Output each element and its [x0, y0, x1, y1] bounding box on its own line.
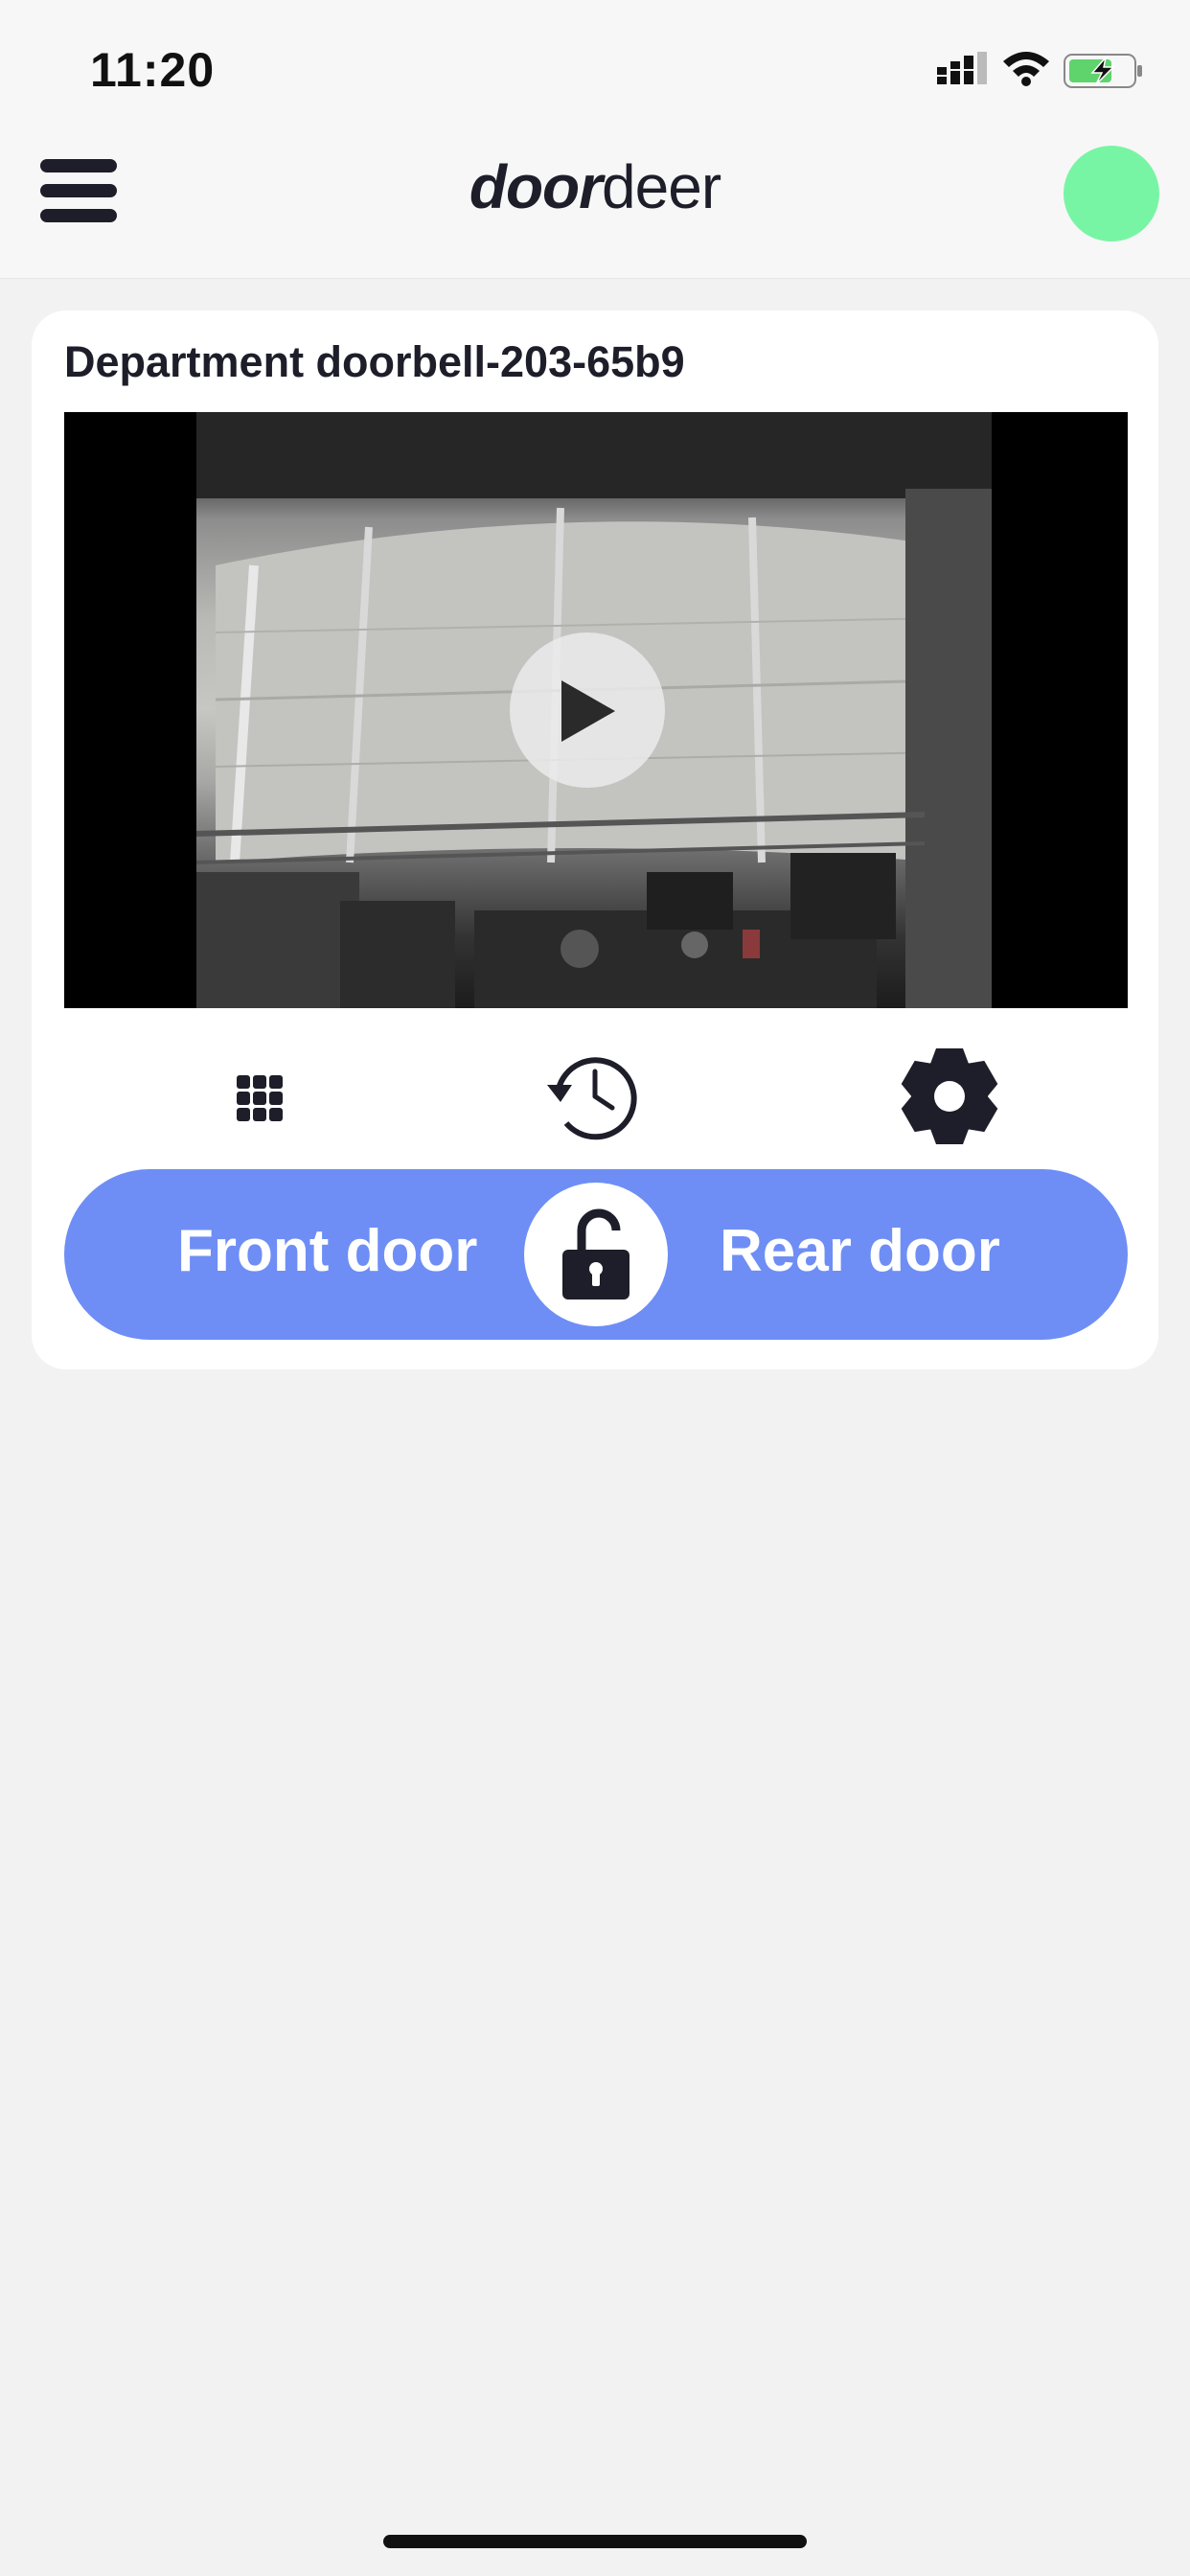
device-card: Department doorbell-203-65b9 Front door … [32, 310, 1158, 1369]
app-header: doordeer [0, 134, 1190, 279]
rear-door-button[interactable]: Rear door [720, 1217, 1000, 1285]
settings-button[interactable] [892, 1039, 1007, 1154]
cellular-signal-icon [937, 52, 987, 84]
gear-icon [901, 1048, 998, 1144]
door-unlock-control: Front door Rear door [64, 1169, 1128, 1340]
wifi-icon [1003, 52, 1049, 86]
status-bar: 11:20 [0, 0, 1190, 134]
unlocked-padlock-icon [562, 1208, 629, 1300]
status-time: 11:20 [90, 43, 216, 97]
home-indicator[interactable] [383, 2535, 807, 2548]
play-icon [561, 680, 615, 742]
keypad-grid-icon [237, 1075, 283, 1121]
brand-logo: doordeer [0, 151, 1190, 222]
video-preview[interactable] [64, 412, 1128, 1008]
battery-charging-icon [1064, 54, 1142, 88]
connection-status-indicator[interactable] [1064, 146, 1159, 242]
unlock-button[interactable] [524, 1183, 668, 1326]
device-actions [32, 1039, 1158, 1154]
keypad-button[interactable] [200, 1039, 315, 1154]
device-name: Department doorbell-203-65b9 [64, 337, 685, 386]
brand-logo-bold: door [469, 152, 603, 221]
front-door-button[interactable]: Front door [177, 1217, 477, 1285]
history-clock-icon [547, 1057, 637, 1140]
play-button[interactable] [510, 632, 665, 788]
history-button[interactable] [538, 1039, 652, 1154]
brand-logo-regular: deer [602, 152, 721, 221]
